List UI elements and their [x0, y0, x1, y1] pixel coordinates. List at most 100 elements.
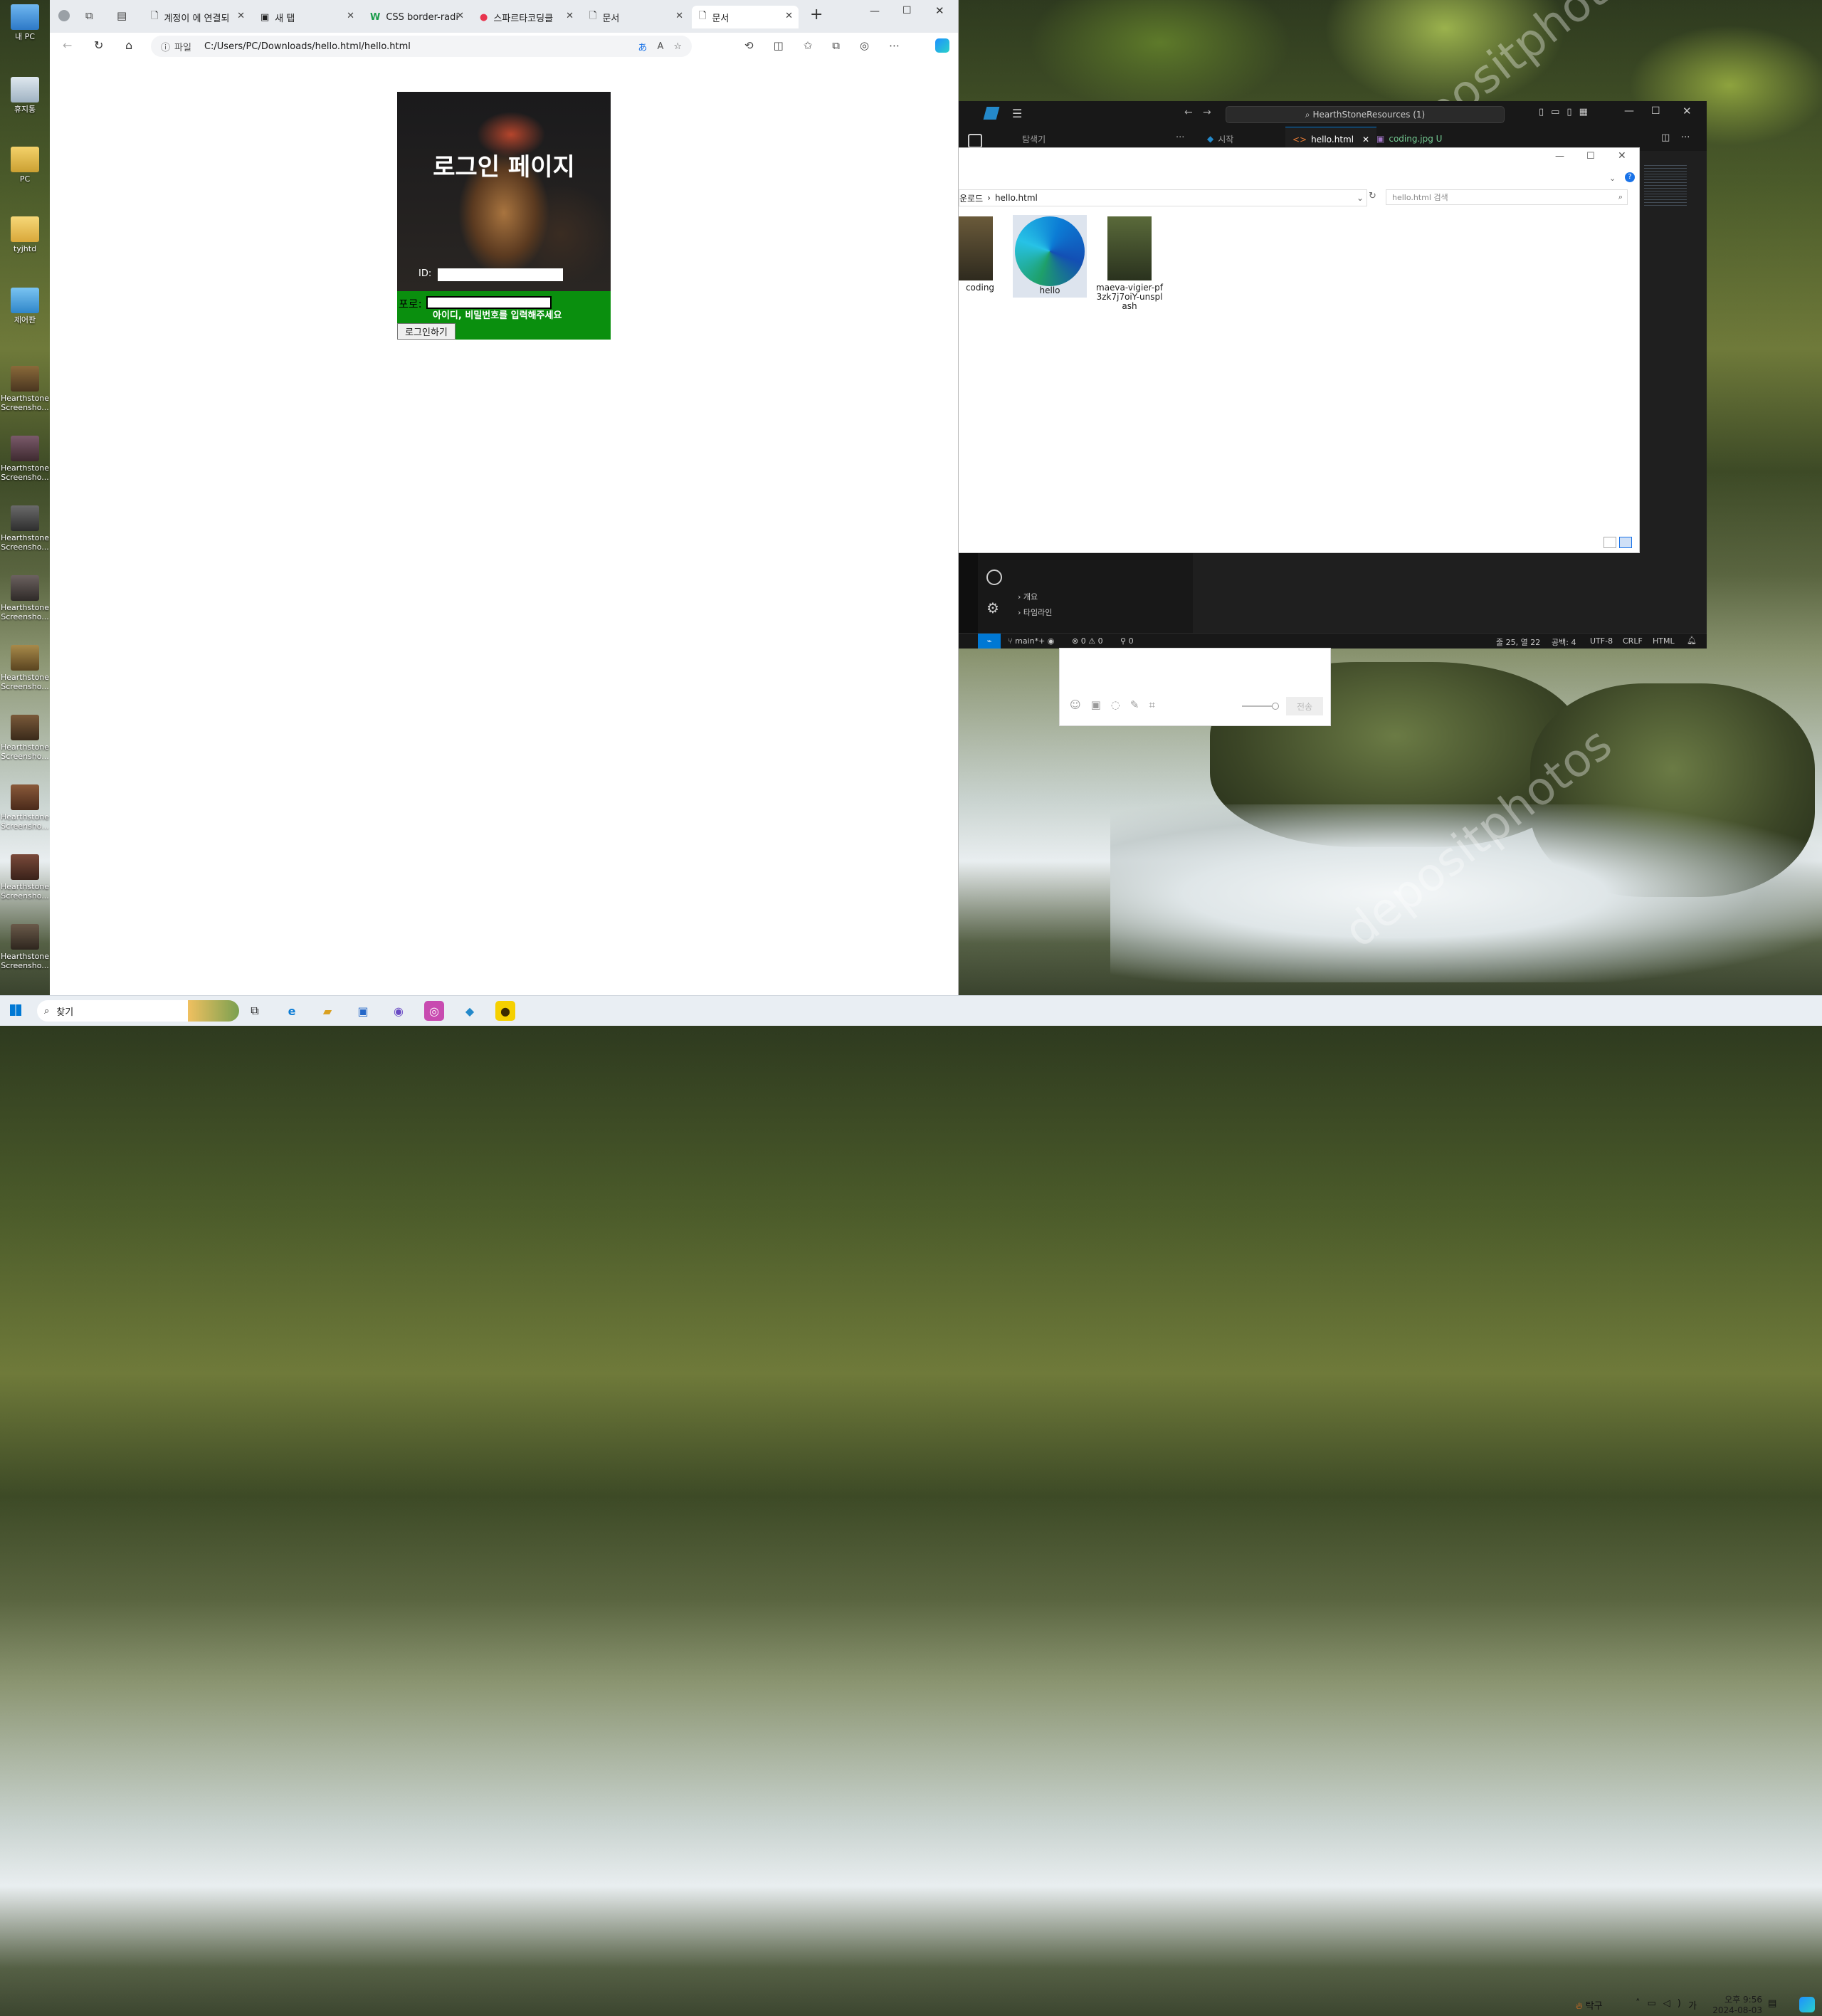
split-editor-icon[interactable]: ◫	[1661, 132, 1670, 143]
minimize-icon[interactable]: —	[870, 6, 880, 17]
desktop-icon-mypc[interactable]: 내 PC	[0, 4, 50, 41]
browser-tab[interactable]: 🗋 계정이 에 연결되 ✕	[144, 6, 251, 28]
maximize-icon[interactable]: ☐	[902, 5, 912, 16]
back-arrow-icon[interactable]: ←	[63, 38, 72, 52]
explorer-icon[interactable]	[968, 134, 982, 148]
file-item[interactable]: hello	[1013, 215, 1087, 298]
indent-status[interactable]: 공백: 4	[1552, 636, 1576, 648]
remote-icon[interactable]: ⌁	[978, 634, 1001, 649]
more-icon[interactable]: ···	[1176, 132, 1184, 143]
read-aloud-icon[interactable]: A︎	[657, 41, 663, 52]
bell-icon[interactable]: 🔔︎	[1687, 636, 1697, 645]
browser-tab[interactable]: ▣ 새 탭 ✕	[253, 6, 360, 28]
file-item[interactable]: coding	[959, 216, 1001, 293]
send-button[interactable]: 전송	[1286, 697, 1323, 715]
more-icon[interactable]: ···	[1681, 132, 1690, 143]
close-icon[interactable]: ✕	[1362, 135, 1369, 145]
login-button[interactable]: 로그인하기	[397, 323, 456, 340]
url-bar[interactable]: ⓘ 파일 C:/Users/PC/Downloads/hello.html/he…	[151, 36, 692, 57]
weather-widget[interactable]: 🔥︎ 탁구	[1576, 1998, 1603, 2012]
close-icon[interactable]: ✕	[1618, 150, 1626, 162]
kakaotalk-taskbar-icon[interactable]: ●	[495, 1001, 515, 1021]
app-taskbar-icon[interactable]: ◉	[389, 1001, 409, 1021]
close-icon[interactable]: ✕	[566, 11, 574, 21]
edge-taskbar-icon[interactable]: e	[282, 1001, 302, 1021]
browser-tab-active[interactable]: 🗋 문서 ✕	[692, 6, 799, 28]
minimize-icon[interactable]: —	[1624, 105, 1634, 117]
refresh-icon[interactable]: ↻	[1369, 191, 1376, 201]
windows-start-icon[interactable]	[10, 1004, 21, 1016]
new-tab-button[interactable]: +	[810, 6, 823, 23]
outline-section[interactable]: › 개요	[1018, 591, 1038, 602]
ime-indicator[interactable]: 가	[1688, 1998, 1697, 2012]
search-input[interactable]: hello.html 검색 ⌕	[1386, 189, 1628, 205]
chevron-down-icon[interactable]: ⌄	[1609, 174, 1616, 183]
browser-tab[interactable]: W CSS border-radi ✕	[363, 6, 470, 28]
help-icon[interactable]: ?	[1625, 172, 1635, 182]
refresh-icon[interactable]: ↻	[94, 38, 103, 52]
desktop-icon-screenshot[interactable]: Hearthstone Screensho...	[0, 784, 50, 831]
maximize-icon[interactable]: ☐	[1651, 105, 1660, 117]
minimize-icon[interactable]: —	[1555, 151, 1564, 162]
problems-status[interactable]: ⊗ 0 ⚠ 0	[1072, 636, 1103, 646]
browser-tab[interactable]: 🗋 문서 ✕	[582, 6, 689, 28]
favorite-star-icon[interactable]: ☆	[673, 41, 682, 52]
language-status[interactable]: HTML	[1653, 636, 1675, 646]
vscode-taskbar-icon[interactable]: ◆	[460, 1001, 480, 1021]
close-icon[interactable]: ✕	[675, 11, 683, 21]
task-view-icon[interactable]: ⧉	[245, 1001, 265, 1021]
browser-toolbar-icons[interactable]: ⟲◫✩⧉◎⋯	[744, 39, 920, 52]
command-center-search[interactable]: ⌕ HearthStoneResources (1)	[1226, 106, 1505, 123]
menu-icon[interactable]: ☰	[1012, 107, 1022, 120]
opacity-slider[interactable]	[1242, 705, 1275, 707]
search-box[interactable]: ⌕ 찾기	[37, 1000, 239, 1022]
chevron-down-icon[interactable]: ⌄	[1357, 193, 1364, 203]
desktop-icon-recycle-bin[interactable]: 휴지통	[0, 77, 50, 114]
desktop-icon-screenshot[interactable]: Hearthstone Screensho...	[0, 715, 50, 761]
desktop-icon-screenshot[interactable]: Hearthstone Screensho...	[0, 366, 50, 412]
details-view-icon[interactable]	[1604, 537, 1616, 548]
close-icon[interactable]: ✕	[1683, 105, 1692, 117]
close-icon[interactable]: ✕	[237, 11, 245, 21]
copilot-icon[interactable]	[935, 38, 949, 53]
back-arrow-icon[interactable]: ←	[1184, 107, 1193, 118]
ports-status[interactable]: ⚲ 0	[1120, 636, 1134, 646]
gear-icon[interactable]: ⚙	[986, 599, 999, 616]
desktop-icon-screenshot[interactable]: Hearthstone Screensho...	[0, 854, 50, 901]
close-icon[interactable]: ✕	[785, 11, 793, 21]
clock[interactable]: 오후 9:56 2024-08-03	[1705, 1995, 1762, 2016]
slider-handle[interactable]	[1272, 703, 1279, 710]
timeline-section[interactable]: › 타임라인	[1018, 607, 1052, 618]
copilot-icon[interactable]	[1799, 1997, 1815, 2012]
translate-icon[interactable]: あ	[638, 40, 647, 53]
encoding-status[interactable]: UTF-8	[1590, 636, 1613, 646]
desktop-icon-screenshot[interactable]: Hearthstone Screensho...	[0, 505, 50, 552]
close-icon[interactable]: ✕	[347, 11, 354, 21]
maximize-icon[interactable]: ☐	[1586, 151, 1595, 162]
address-bar[interactable]: 운로드 › hello.html ⌄	[959, 189, 1367, 206]
desktop-icon-tyjhtd[interactable]: tyjhtd	[0, 216, 50, 253]
profile-icon[interactable]	[58, 10, 70, 21]
desktop-icon-screenshot[interactable]: Hearthstone Screensho...	[0, 436, 50, 482]
file-explorer-taskbar-icon[interactable]: ▰	[317, 1001, 337, 1021]
id-input[interactable]	[438, 268, 563, 281]
home-icon[interactable]: ⌂	[125, 38, 132, 52]
chat-tool-icons[interactable]: ☺▣◌✎⌗	[1070, 698, 1165, 711]
forward-arrow-icon[interactable]: →	[1203, 107, 1211, 118]
messenger-taskbar-icon[interactable]: ◎	[424, 1001, 444, 1021]
desktop-icon-pc[interactable]: PC	[0, 147, 50, 184]
close-icon[interactable]: ✕	[456, 11, 464, 21]
cursor-position[interactable]: 줄 25, 열 22	[1496, 636, 1540, 648]
eol-status[interactable]: CRLF	[1623, 636, 1643, 646]
desktop-icon-control-panel[interactable]: 제어판	[0, 288, 50, 325]
git-branch[interactable]: ⑂ main*+ ◉	[1008, 636, 1054, 646]
workspaces-icon[interactable]: ⧉	[85, 9, 93, 22]
close-icon[interactable]: ✕	[935, 4, 944, 17]
store-taskbar-icon[interactable]: ▣	[353, 1001, 373, 1021]
large-icons-view-icon[interactable]	[1619, 537, 1632, 548]
account-icon[interactable]	[986, 569, 1002, 585]
vertical-tabs-icon[interactable]: ▤	[117, 9, 127, 22]
layout-toggle-icons[interactable]: ▯▭▯▦	[1539, 107, 1595, 117]
file-item[interactable]: maeva-vigier-pf3zk7j7oiY-unsplash	[1092, 216, 1167, 311]
desktop-icon-screenshot[interactable]: Hearthstone Screensho...	[0, 645, 50, 691]
